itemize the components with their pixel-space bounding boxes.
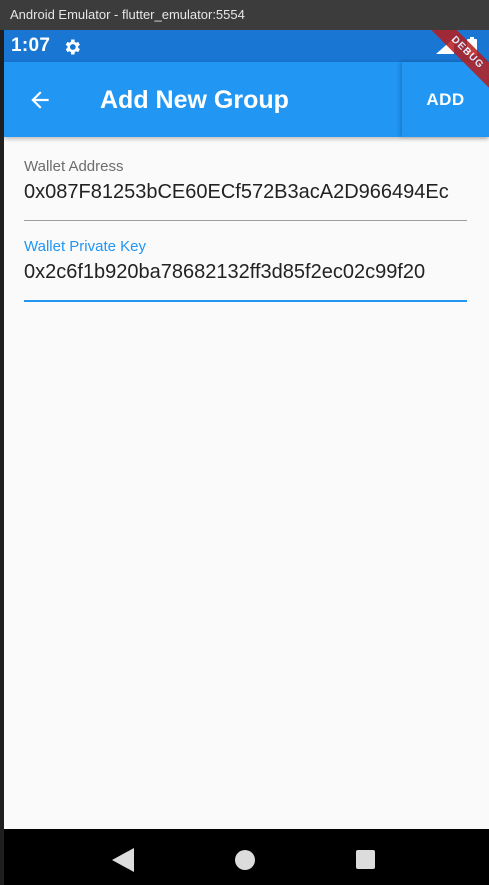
nav-back-icon[interactable] xyxy=(112,848,134,872)
gear-icon xyxy=(65,39,80,55)
window-title: Android Emulator - flutter_emulator:5554 xyxy=(0,0,489,30)
wallet-private-key-underline xyxy=(24,300,467,302)
nav-recents-icon[interactable] xyxy=(356,850,375,869)
back-button[interactable] xyxy=(20,82,60,118)
wallet-private-key-input[interactable]: 0x2c6f1b920ba78682132ff3d85f2ec02c99f20 xyxy=(24,261,467,284)
page-title: Add New Group xyxy=(100,86,289,114)
wallet-address-input[interactable]: 0x087F81253bCE60ECf572B3acA2D966494Ec xyxy=(24,181,467,204)
app-bar: Add New Group ADD xyxy=(4,62,489,137)
status-bar: 1:07 xyxy=(4,30,489,62)
device-screen: 1:07 Add New Group ADD DEBUG Wallet Addr… xyxy=(4,30,489,885)
wallet-address-field[interactable]: Wallet Address 0x087F81253bCE60ECf572B3a… xyxy=(24,137,467,221)
system-nav-bar xyxy=(4,829,489,885)
arrow-left-icon xyxy=(31,91,49,109)
nav-home-icon[interactable] xyxy=(235,850,255,870)
wallet-private-key-field[interactable]: Wallet Private Key 0x2c6f1b920ba78682132… xyxy=(24,217,467,302)
status-time: 1:07 xyxy=(11,35,51,56)
wallet-private-key-label: Wallet Private Key xyxy=(24,238,146,255)
wallet-address-label: Wallet Address xyxy=(24,158,124,175)
add-group-form: Wallet Address 0x087F81253bCE60ECf572B3a… xyxy=(24,137,467,302)
